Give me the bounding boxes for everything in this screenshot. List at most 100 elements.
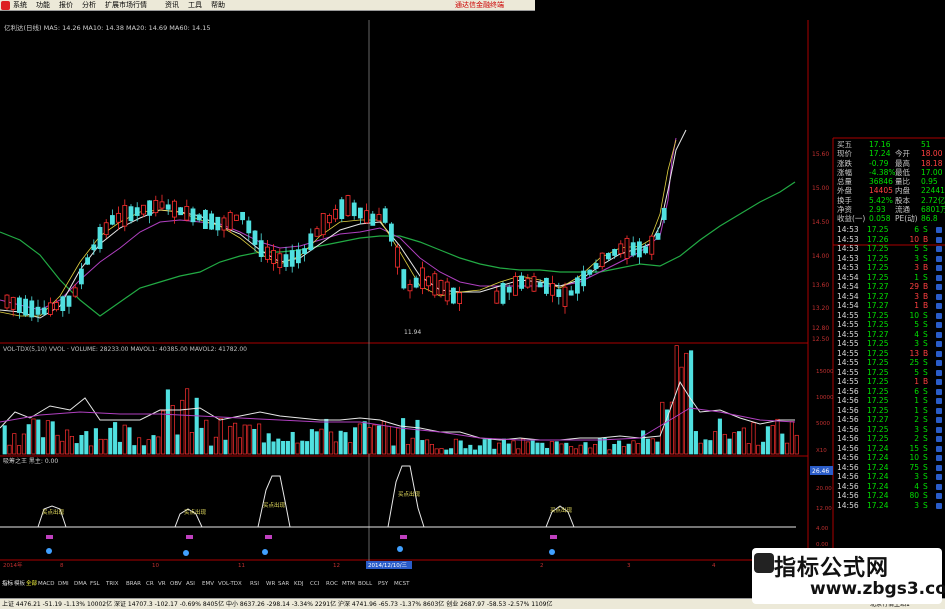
tick-flag-icon <box>936 293 942 300</box>
tick-volume: 1 <box>914 272 919 282</box>
stock-chart-area[interactable]: 亿利达(日线) MA5: 14.26 MA10: 14.38 MA20: 14.… <box>0 11 945 609</box>
volume-bar <box>593 444 598 455</box>
indicator-tab[interactable]: 全部 <box>26 580 37 589</box>
indicator-tab[interactable]: VOL-TDX <box>218 580 242 589</box>
indicator-tab[interactable]: TRIX <box>106 580 119 589</box>
volume-bar <box>108 427 113 455</box>
buy-signal-markers: 买点出现 买点出现 买点出现 买点出现 买点出现 <box>42 490 573 556</box>
volume-bar <box>554 441 559 455</box>
volume-bar <box>381 421 386 455</box>
candle <box>345 195 351 217</box>
tick-time: 14:56 <box>837 396 859 406</box>
volume-y-axis: 15000 10000 5000 X10 <box>816 369 834 454</box>
ma10-line <box>0 129 687 319</box>
candle <box>184 206 190 221</box>
volume-bar <box>506 443 511 455</box>
tick-side: B <box>923 291 929 301</box>
candle <box>537 282 543 288</box>
tick-price: 17.24 <box>867 462 889 472</box>
indicator-tab[interactable]: FSL <box>90 580 100 589</box>
quote-row: 总量 36846 量比 0.95 <box>833 177 945 186</box>
indicator-tab[interactable]: BRAR <box>126 580 141 589</box>
volume-bar <box>127 427 132 455</box>
volume-bars <box>2 345 799 455</box>
date-tick: 3 <box>627 563 631 569</box>
indicator-tab[interactable]: KDJ <box>294 580 303 589</box>
menu-item-analysis[interactable]: 分析 <box>82 1 96 10</box>
tick-price: 17.25 <box>867 386 889 396</box>
quote-label: 量比 <box>895 177 910 186</box>
tick-volume: 1 <box>914 396 919 406</box>
quote-row: 涨跌 -0.79 最高 18.18 <box>833 159 945 168</box>
menu-item-function[interactable]: 功能 <box>36 1 50 10</box>
tick-row: 14:56 17.25 2 S <box>833 434 945 444</box>
volume-bar <box>199 427 204 455</box>
candle <box>407 283 413 292</box>
signal-dot-icon <box>549 549 555 555</box>
quote-label: 换手 <box>837 195 852 205</box>
volume-bar <box>2 425 7 455</box>
quote-value: 18.18 <box>921 158 943 168</box>
volume-bar <box>530 440 535 455</box>
volume-bar <box>569 446 574 455</box>
candle <box>221 217 227 231</box>
tick-volume: 5 <box>914 244 919 254</box>
tick-side: B <box>923 282 929 292</box>
indicator-tab[interactable]: PSY <box>378 580 388 589</box>
tick-price: 17.24 <box>867 443 889 453</box>
volume-bar <box>156 436 161 455</box>
volume-bar <box>117 441 122 455</box>
candle <box>370 213 376 226</box>
candle <box>444 281 450 302</box>
indicator-tab[interactable]: CCI <box>310 580 319 589</box>
indicator-tab[interactable]: DMA <box>74 580 87 589</box>
volume-bar <box>751 422 756 455</box>
indicator-tick: 12.00 <box>816 506 832 512</box>
menu-item-quote[interactable]: 报价 <box>59 1 73 10</box>
menu-item-tools[interactable]: 工具 <box>188 1 202 10</box>
volume-bar <box>482 439 487 455</box>
volume-bar <box>372 424 377 455</box>
tick-row: 14:56 17.24 80 S <box>833 491 945 501</box>
quote-label: 今开 <box>895 149 910 159</box>
indicator-tab[interactable]: 模板 <box>14 580 25 589</box>
tick-row: 14:56 17.25 3 S <box>833 425 945 435</box>
tick-price: 17.27 <box>867 415 889 425</box>
indicator-tab[interactable]: SAR <box>278 580 289 589</box>
indicator-tab[interactable]: 指标 <box>2 580 13 589</box>
volume-bar <box>756 444 761 455</box>
menu-item-extended-market[interactable]: 扩展市场行情 <box>105 1 147 10</box>
menu-item-news[interactable]: 资讯 <box>165 1 179 10</box>
indicator-tab[interactable]: ASI <box>186 580 195 589</box>
indicator-tab[interactable]: OBV <box>170 580 182 589</box>
menu-item-help[interactable]: 帮助 <box>211 1 225 10</box>
volume-bar <box>501 438 506 455</box>
tick-flag-icon <box>936 265 942 272</box>
candle <box>271 250 277 264</box>
indicator-tab[interactable]: ROC <box>326 580 338 589</box>
tick-list[interactable]: 14:53 17.25 6 S 14:53 17.26 10 B 14:53 17.25 5 S 14:… <box>833 225 945 510</box>
menu-item-system[interactable]: 系统 <box>13 1 27 10</box>
indicator-tab[interactable]: MACD <box>38 580 55 589</box>
tick-time: 14:53 <box>837 244 859 254</box>
indicator-tab[interactable]: MTM <box>342 580 355 589</box>
indicator-tab[interactable]: EMV <box>202 580 214 589</box>
price-tick: 12.80 <box>812 325 829 332</box>
volume-bar <box>103 438 108 455</box>
indicator-tab[interactable]: RSI <box>250 580 259 589</box>
tick-time: 14:55 <box>837 339 859 349</box>
candle <box>513 276 518 296</box>
volume-bar <box>367 427 372 455</box>
volume-bar <box>343 432 348 455</box>
indicator-tab[interactable]: DMI <box>58 580 69 589</box>
indicator-tab[interactable]: VR <box>158 580 166 589</box>
indicator-tab[interactable]: BOLL <box>358 580 372 589</box>
candle <box>649 235 655 255</box>
indicator-tab[interactable]: CR <box>146 580 154 589</box>
tick-volume: 3 <box>914 500 919 510</box>
tick-side: B <box>923 234 929 244</box>
indicator-tab[interactable]: MCST <box>394 580 409 589</box>
quote-label: 涨跌 <box>837 158 852 168</box>
indicator-tab[interactable]: WR <box>266 580 275 589</box>
volume-bar <box>113 422 118 455</box>
